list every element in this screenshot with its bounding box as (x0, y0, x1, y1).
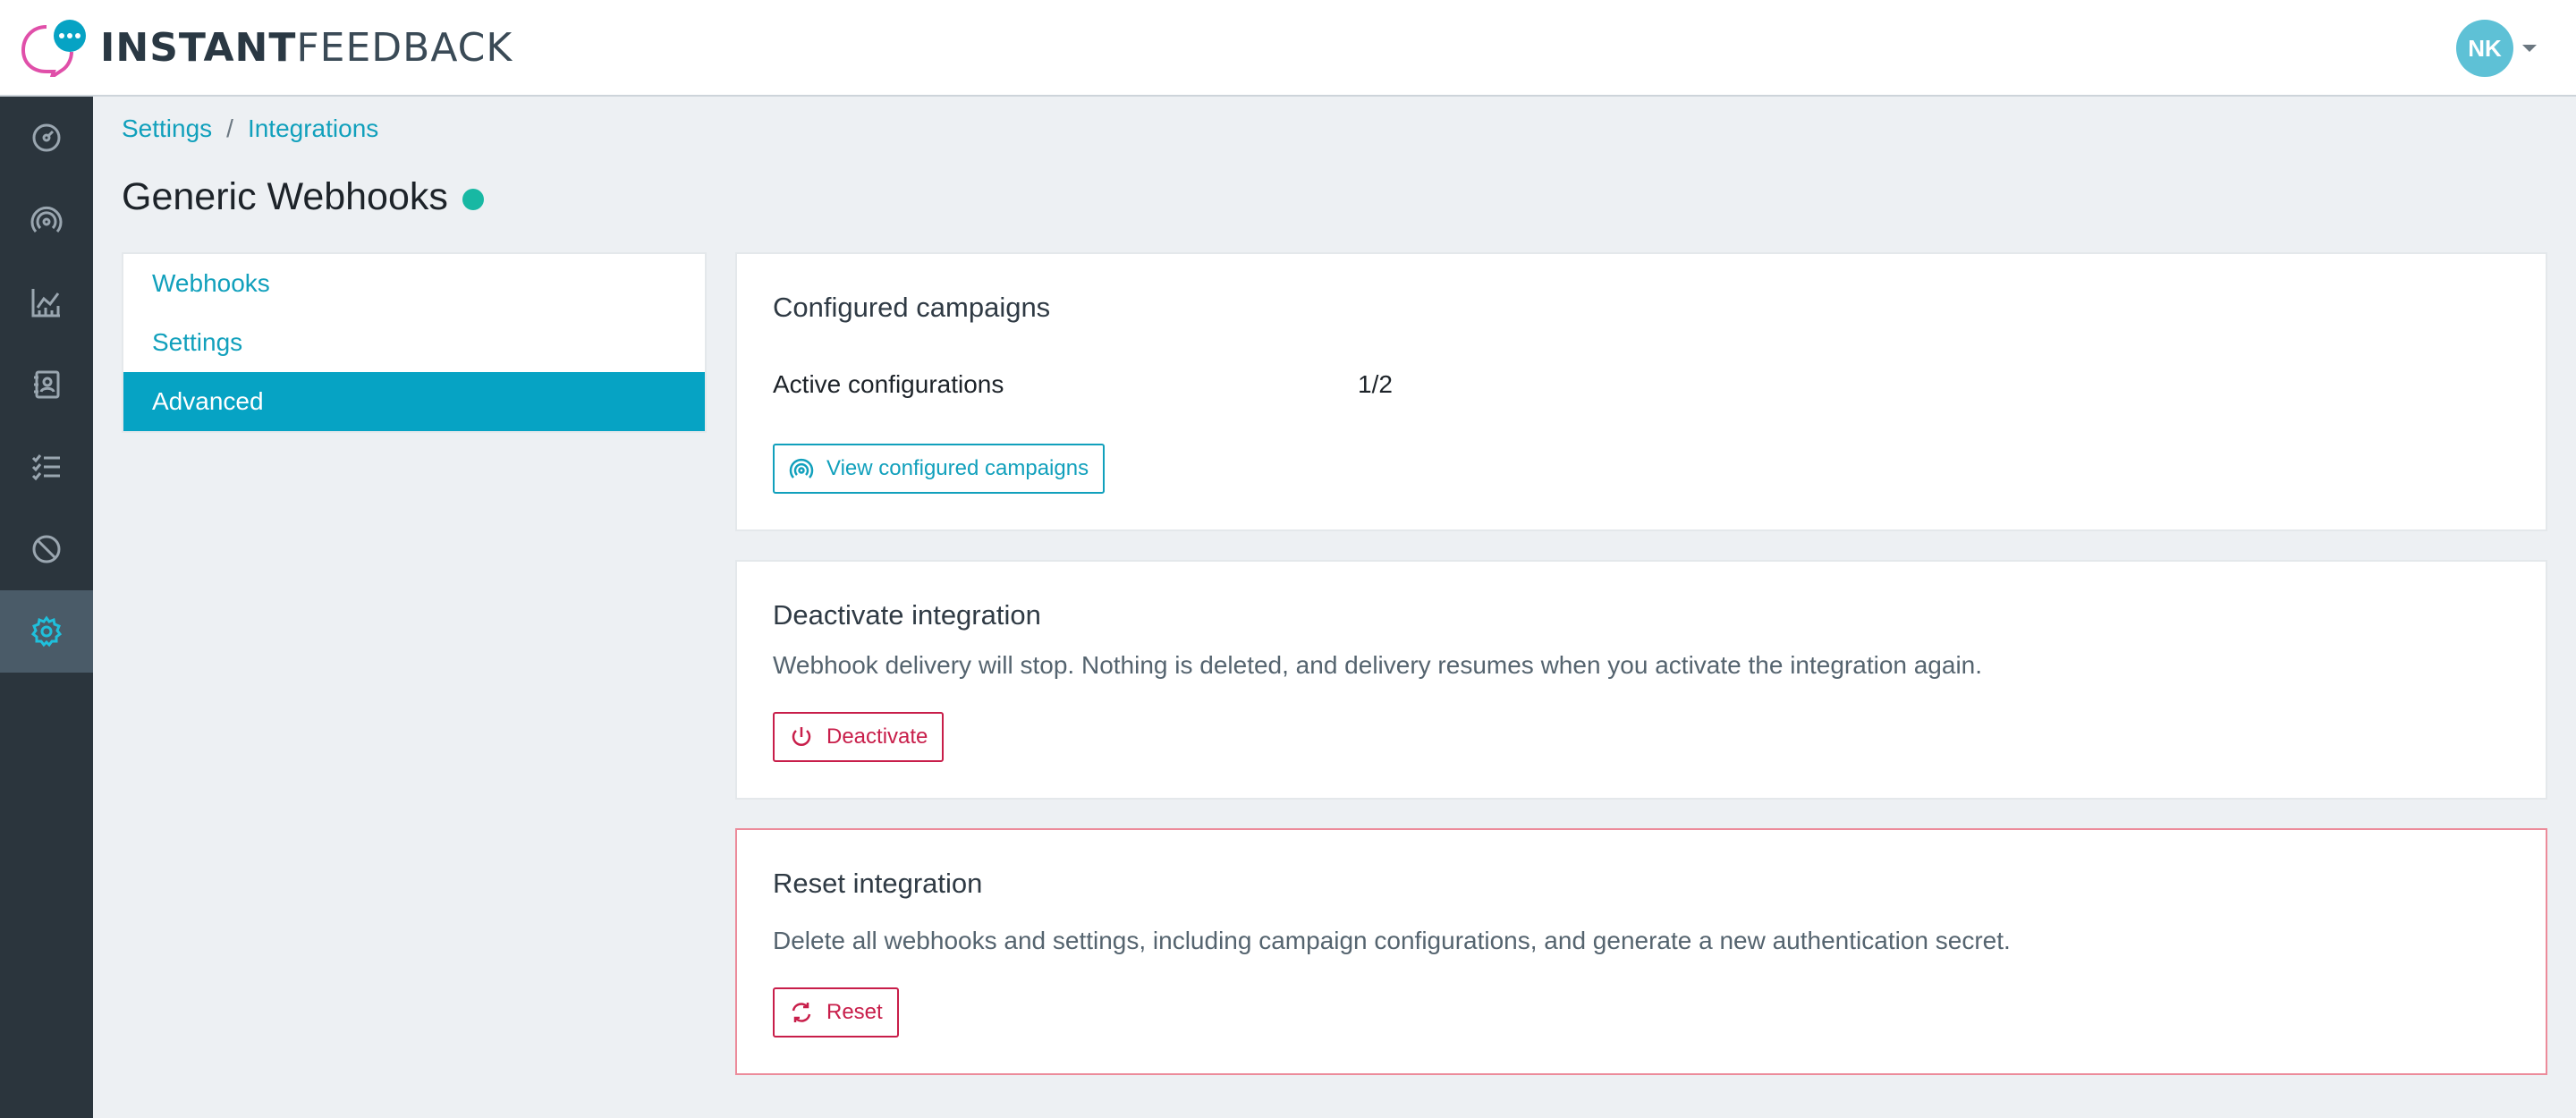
sidebar (0, 97, 93, 1118)
refresh-icon (792, 1003, 811, 1022)
card-title: Deactivate integration (773, 599, 1041, 631)
gear-icon (30, 615, 63, 648)
button-label: View configured campaigns (826, 456, 1089, 480)
contacts-book-icon (34, 370, 60, 399)
app-logo[interactable]: INSTANTFEEDBACK (20, 18, 513, 81)
logo-text: INSTANTFEEDBACK (100, 24, 513, 71)
page-title-text: Generic Webhooks (122, 175, 448, 218)
reset-integration-card: Reset integration Delete all webhooks an… (735, 828, 2547, 1075)
subnav-item-webhooks[interactable]: Webhooks (123, 254, 705, 313)
reset-button[interactable]: Reset (773, 987, 899, 1038)
power-icon (792, 727, 811, 746)
card-title: Reset integration (773, 868, 983, 899)
sidebar-item-contacts[interactable] (0, 343, 93, 426)
block-icon (32, 535, 61, 563)
card-title: Configured campaigns (773, 292, 1051, 323)
user-menu[interactable]: NK (2456, 20, 2537, 77)
top-bar: INSTANTFEEDBACK NK (0, 0, 2576, 97)
deactivate-integration-card: Deactivate integration Webhook delivery … (735, 560, 2547, 800)
chevron-down-icon[interactable] (2522, 45, 2537, 52)
status-indicator (462, 188, 484, 210)
subnav-item-settings[interactable]: Settings (123, 313, 705, 372)
active-configurations-label: Active configurations (773, 370, 1004, 398)
configured-campaigns-card: Configured campaigns Active configuratio… (735, 252, 2547, 531)
page-title: Generic Webhooks (122, 175, 484, 219)
button-label: Reset (826, 1000, 883, 1024)
broadcast-icon (30, 206, 63, 233)
chart-icon (31, 289, 60, 318)
sidebar-item-tasks[interactable] (0, 426, 93, 508)
deactivate-button[interactable]: Deactivate (773, 712, 945, 762)
button-label: Deactivate (826, 724, 928, 749)
broadcast-icon (789, 458, 814, 479)
subnav-item-advanced[interactable]: Advanced (123, 372, 705, 431)
breadcrumb-separator: / (226, 114, 233, 142)
view-configured-campaigns-button[interactable]: View configured campaigns (773, 444, 1106, 494)
sidebar-item-analytics[interactable] (0, 261, 93, 343)
dashboard-gauge-icon (32, 123, 61, 152)
integration-subnav: Webhooks Settings Advanced (122, 252, 707, 433)
checklist-icon (31, 454, 60, 481)
sidebar-item-settings[interactable] (0, 590, 93, 673)
active-configurations-value: 1/2 (1358, 370, 1393, 398)
breadcrumb-integrations-link[interactable]: Integrations (248, 114, 378, 143)
sidebar-item-campaigns[interactable] (0, 179, 93, 261)
logo-chat-icon (20, 18, 89, 81)
card-description: Webhook delivery will stop. Nothing is d… (773, 651, 1983, 679)
breadcrumb: Settings / Integrations (122, 114, 378, 143)
breadcrumb-settings-link[interactable]: Settings (122, 114, 212, 143)
sidebar-item-blocklist[interactable] (0, 508, 93, 590)
card-description: Delete all webhooks and settings, includ… (773, 927, 2011, 954)
avatar[interactable]: NK (2456, 20, 2513, 77)
sidebar-item-dashboard[interactable] (0, 97, 93, 179)
